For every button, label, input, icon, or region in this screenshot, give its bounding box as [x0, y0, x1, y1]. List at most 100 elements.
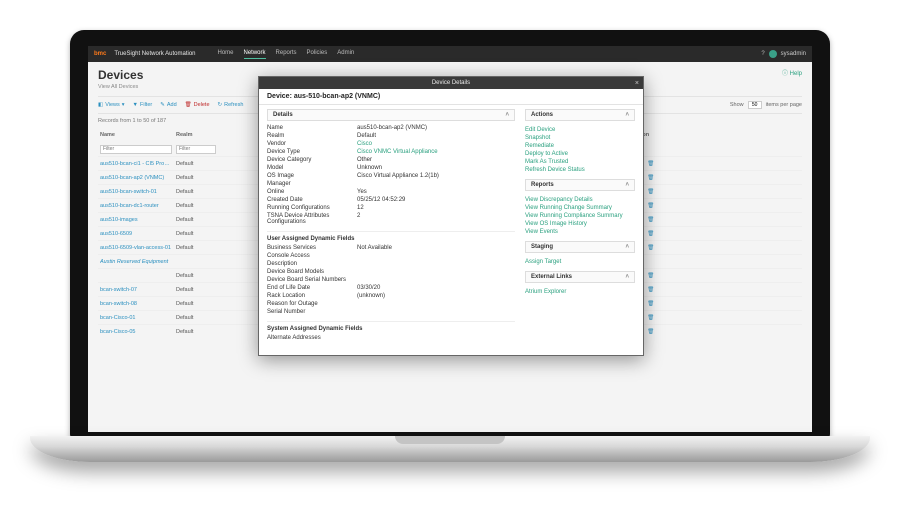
delete-icon[interactable]: 🗑 [647, 273, 654, 279]
col-name[interactable]: Name [100, 132, 172, 138]
field-value: Other [357, 157, 515, 163]
field-value[interactable]: Cisco [357, 141, 515, 147]
help-link[interactable]: ⓘ Help [782, 68, 802, 77]
field-label: Online [267, 189, 357, 195]
field-label: Manager [267, 181, 357, 187]
device-name-link[interactable]: bcan-switch-08 [100, 301, 172, 307]
field-label: Device Board Serial Numbers [267, 277, 357, 283]
name-filter[interactable] [100, 145, 172, 154]
close-icon[interactable]: × [635, 80, 639, 87]
report-link[interactable]: View Running Change Summary [525, 205, 635, 211]
delete-icon[interactable]: 🗑 [647, 301, 654, 307]
delete-icon[interactable]: 🗑 [647, 287, 654, 293]
report-link[interactable]: View Running Compliance Summary [525, 213, 635, 219]
action-link[interactable]: Edit Device [525, 127, 635, 133]
device-name-link[interactable]: Austin Reserved Equipment [100, 259, 172, 265]
avatar[interactable] [769, 50, 777, 58]
screen: bmc TrueSight Network Automation Home Ne… [88, 46, 812, 432]
field-value [357, 181, 515, 187]
report-link[interactable]: View Discrepancy Details [525, 197, 635, 203]
external-link[interactable]: Atrium Explorer [525, 289, 635, 295]
device-name-link[interactable]: aus510-bcan-ci1 - CI5 Production Router [100, 161, 172, 167]
delete-button[interactable]: 🗑 Delete [185, 102, 210, 108]
chevron-up-icon: ˄ [505, 112, 509, 118]
field-label: End of Life Date [267, 285, 357, 291]
staging-panel-head[interactable]: Staging˄ [525, 241, 635, 253]
field-label: OS Image [267, 173, 357, 179]
realm-filter[interactable] [176, 145, 216, 154]
action-link[interactable]: Snapshot [525, 135, 635, 141]
pager-input[interactable] [748, 101, 762, 109]
device-name-link[interactable]: aus510-bcan-switch-01 [100, 189, 172, 195]
views-button[interactable]: ◧ Views ▾ [98, 102, 125, 108]
chevron-up-icon: ˄ [625, 274, 629, 280]
action-link[interactable]: Deploy to Active [525, 151, 635, 157]
device-name-link[interactable]: bcan-switch-07 [100, 287, 172, 293]
action-link[interactable]: Refresh Device Status [525, 167, 635, 173]
delete-icon[interactable]: 🗑 [647, 231, 654, 237]
device-realm: Default [176, 189, 216, 195]
field-label: Business Services [267, 245, 357, 251]
delete-icon[interactable]: 🗑 [647, 161, 654, 167]
field-label: Serial Number [267, 309, 357, 315]
field-value: Default [357, 133, 515, 139]
reports-panel-head[interactable]: Reports˄ [525, 179, 635, 191]
device-name-link[interactable]: bcan-Cisco-05 [100, 329, 172, 335]
details-section[interactable]: Details˄ [267, 109, 515, 121]
field-value: Cisco Virtual Appliance 1.2(1b) [357, 173, 515, 179]
device-name-link[interactable]: aus510-bcan-dc1-router [100, 203, 172, 209]
device-name-link[interactable]: aus510-6509 [100, 231, 172, 237]
username[interactable]: sysadmin [781, 51, 806, 57]
laptop-base [30, 436, 870, 462]
col-realm[interactable]: Realm [176, 132, 216, 138]
refresh-button[interactable]: ↻ Refresh [218, 102, 244, 108]
nav-policies[interactable]: Policies [307, 50, 328, 59]
device-realm: Default [176, 245, 216, 251]
report-link[interactable]: View Events [525, 229, 635, 235]
device-name-link[interactable]: aus510-6509-vlan-access-01 [100, 245, 172, 251]
delete-icon[interactable]: 🗑 [647, 203, 654, 209]
actions-panel-head[interactable]: Actions˄ [525, 109, 635, 121]
modal-titlebar[interactable]: Device Details × [259, 77, 643, 89]
report-link[interactable]: View OS Image History [525, 221, 635, 227]
field-label: Model [267, 165, 357, 171]
field-value [357, 261, 515, 267]
delete-icon[interactable]: 🗑 [647, 329, 654, 335]
action-link[interactable]: Remediate [525, 143, 635, 149]
device-name-link[interactable]: aus510-images [100, 217, 172, 223]
device-name-link[interactable]: bcan-Cisco-01 [100, 315, 172, 321]
nav-home[interactable]: Home [218, 50, 234, 59]
modal-title: Device Details [432, 80, 470, 86]
field-label: Vendor [267, 141, 357, 147]
action-link[interactable]: Mark As Trusted [525, 159, 635, 165]
delete-icon[interactable]: 🗑 [647, 175, 654, 181]
nav-reports[interactable]: Reports [276, 50, 297, 59]
nav-admin[interactable]: Admin [337, 50, 354, 59]
field-label: TSNA Device Attributes Configurations [267, 213, 357, 225]
field-label: Created Date [267, 197, 357, 203]
device-name-link[interactable]: aus510-bcan-ap2 (VNMC) [100, 175, 172, 181]
device-realm: Default [176, 329, 216, 335]
device-realm: Default [176, 315, 216, 321]
filter-button[interactable]: ▼ Filter [133, 102, 153, 108]
field-value: 05/25/12 04:52:29 [357, 197, 515, 203]
device-realm: Default [176, 161, 216, 167]
help-icon[interactable]: ? [761, 51, 764, 57]
app-title: TrueSight Network Automation [114, 51, 195, 57]
staging-link[interactable]: Assign Target [525, 259, 635, 265]
device-realm: Default [176, 217, 216, 223]
device-realm: Default [176, 287, 216, 293]
brand-logo: bmc [94, 51, 106, 57]
delete-icon[interactable]: 🗑 [647, 315, 654, 321]
nav-network[interactable]: Network [244, 50, 266, 59]
delete-icon[interactable]: 🗑 [647, 189, 654, 195]
field-value[interactable]: Cisco VNMC Virtual Appliance [357, 149, 515, 155]
delete-icon[interactable]: 🗑 [647, 245, 654, 251]
field-value: Unknown [357, 165, 515, 171]
field-label: Rack Location [267, 293, 357, 299]
delete-icon[interactable]: 🗑 [647, 217, 654, 223]
external-panel-head[interactable]: External Links˄ [525, 271, 635, 283]
field-label: Console Access [267, 253, 357, 259]
field-value: aus510-bcan-ap2 (VNMC) [357, 125, 515, 131]
add-button[interactable]: ✎ Add [160, 102, 176, 108]
